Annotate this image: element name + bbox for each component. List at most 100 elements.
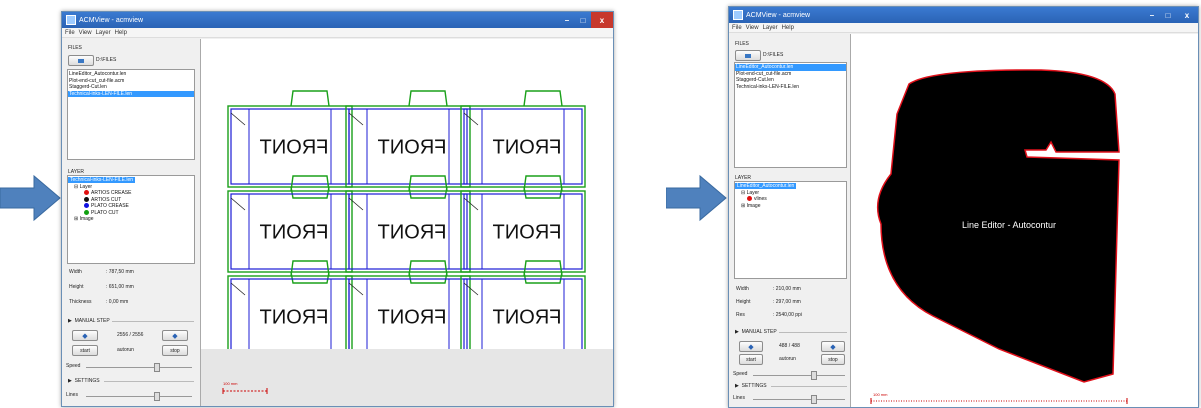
lines-slider[interactable] [86, 396, 192, 397]
menu-layer[interactable]: Layer [763, 25, 778, 31]
black-dot-icon [84, 196, 89, 202]
title-bar[interactable]: ACMView - acmview – □ x [729, 7, 1198, 23]
front-text: FRONT [493, 222, 562, 244]
layer-item[interactable]: PLATO CUT [91, 210, 119, 216]
folder-path: D:\FILES [763, 52, 784, 58]
prop-label: Thickness [69, 299, 92, 305]
manual-step-label: MANUAL STEP [74, 318, 110, 324]
menu-help[interactable]: Help [115, 30, 127, 36]
autorun-label: autorun [117, 347, 134, 353]
lines-label: Lines [733, 395, 745, 401]
cut-line [348, 197, 364, 211]
manual-step-toggle[interactable]: ▶ MANUAL STEP [735, 329, 777, 335]
maximize-icon[interactable]: □ [1160, 7, 1176, 23]
step-forward-button[interactable]: ◆ [162, 330, 188, 341]
menu-file[interactable]: File [65, 30, 75, 36]
tree-image[interactable]: Image [80, 216, 94, 222]
tree-image[interactable]: Image [747, 203, 761, 209]
bottom-flap [290, 271, 330, 284]
pointer-arrow-right [666, 174, 727, 222]
front-text: FRONT [260, 307, 329, 329]
maximize-icon[interactable]: □ [575, 12, 591, 28]
menu-file[interactable]: File [732, 25, 742, 31]
step-back-button[interactable]: ◆ [739, 341, 763, 352]
lines-slider[interactable] [753, 399, 845, 400]
browse-folder-button[interactable] [68, 55, 94, 66]
bottom-flap [408, 271, 448, 284]
minimize-icon[interactable]: – [559, 12, 575, 28]
red-dot-icon [747, 196, 752, 202]
front-text: FRONT [493, 137, 562, 159]
prop-value: : 210,00 mm [773, 286, 801, 292]
menu-view[interactable]: View [746, 25, 759, 31]
cut-line [463, 112, 479, 126]
manual-step-toggle[interactable]: ▶ MANUAL STEP [68, 318, 110, 324]
menu-help[interactable]: Help [782, 25, 794, 31]
settings-toggle[interactable]: ▶ SETTINGS [68, 378, 100, 384]
acmview-window-2: ACMView - acmview – □ x File View Layer … [728, 6, 1199, 408]
app-icon [733, 10, 743, 20]
browse-folder-button[interactable] [735, 50, 761, 61]
speed-slider-thumb[interactable] [811, 371, 817, 380]
preview-canvas[interactable]: FRONT FRONT FRONT FRONT FRONT FRONT FRONT FRONT… [200, 39, 613, 406]
bottom-flap [408, 186, 448, 199]
step-back-button[interactable]: ◆ [72, 330, 98, 341]
tree-layer[interactable]: Layer [747, 190, 760, 196]
prop-value: : 297,00 mm [773, 299, 801, 305]
tree-layer[interactable]: Layer [80, 184, 93, 190]
prop-value: : 0,00 mm [106, 299, 129, 305]
tree-root[interactable]: LineEditor_Autocontur.len [735, 183, 797, 189]
minimize-icon[interactable]: – [1144, 7, 1160, 23]
cut-line [348, 282, 364, 296]
layer-tree[interactable]: LineEditor_Autocontur.len ⊟ Layer vlines… [734, 181, 847, 279]
divider [104, 381, 194, 382]
speed-slider[interactable] [753, 375, 845, 376]
lines-slider-thumb[interactable] [154, 392, 160, 401]
tree-root[interactable]: Technical-inks-LEN-FILE.len [68, 177, 136, 183]
menu-view[interactable]: View [79, 30, 92, 36]
stop-button[interactable]: stop [821, 354, 845, 365]
close-icon[interactable]: x [1176, 7, 1198, 23]
start-button[interactable]: start [739, 354, 763, 365]
prop-value: : 651,00 mm [106, 284, 134, 290]
speed-slider-thumb[interactable] [154, 363, 160, 372]
layer-tree[interactable]: Technical-inks-LEN-FILE.len ⊟ Layer ARTI… [67, 175, 195, 264]
prop-label: Height [736, 299, 751, 305]
layer-item[interactable]: PLATO CREASE [91, 203, 129, 209]
top-flap [290, 90, 330, 107]
top-flap [523, 90, 563, 107]
speed-slider[interactable] [86, 367, 192, 368]
start-button[interactable]: start [72, 345, 98, 356]
layer-item[interactable]: vlines [754, 196, 767, 202]
step-forward-button[interactable]: ◆ [821, 341, 845, 352]
file-list[interactable]: LineEditor_Autocontur.len Plot-end-cut_c… [67, 69, 195, 160]
bottom-flap [523, 186, 563, 199]
cut-line [230, 282, 246, 296]
layer-item[interactable]: ARTIOS CUT [91, 197, 121, 203]
file-list[interactable]: LineEditor_Autocontur.len Plot-end-cut_c… [734, 62, 847, 168]
prop-value: : 787,50 mm [106, 269, 134, 275]
close-icon[interactable]: x [591, 12, 613, 28]
layer-item[interactable]: ARTIOS CREASE [91, 190, 131, 196]
pointer-arrow-left [0, 174, 61, 222]
top-flap [408, 90, 448, 107]
lines-label: Lines [66, 392, 78, 398]
settings-label: SETTINGS [741, 383, 767, 389]
front-text: FRONT [378, 137, 447, 159]
speed-label: Speed [66, 363, 81, 369]
lines-slider-thumb[interactable] [811, 395, 817, 404]
step-counter: 2556 / 2556 [117, 332, 144, 338]
stop-button[interactable]: stop [162, 345, 188, 356]
file-item[interactable]: Technical-inks-LEN-FILE.len [735, 84, 846, 91]
preview-canvas[interactable]: Line Editor - Autocontur 100 mm [850, 34, 1198, 407]
divider [112, 321, 194, 322]
files-heading: FILES [735, 41, 749, 47]
green-dot-icon [84, 209, 89, 215]
settings-toggle[interactable]: ▶ SETTINGS [735, 383, 767, 389]
speed-label: Speed [733, 371, 748, 377]
blue-dot-icon [84, 203, 89, 209]
title-bar[interactable]: ACMView - acmview – □ x [62, 12, 613, 28]
menu-layer[interactable]: Layer [96, 30, 111, 36]
file-item-selected[interactable]: Technical-inks-LEN-FILE.len [68, 90, 194, 97]
autorun-label: autorun [779, 356, 796, 362]
